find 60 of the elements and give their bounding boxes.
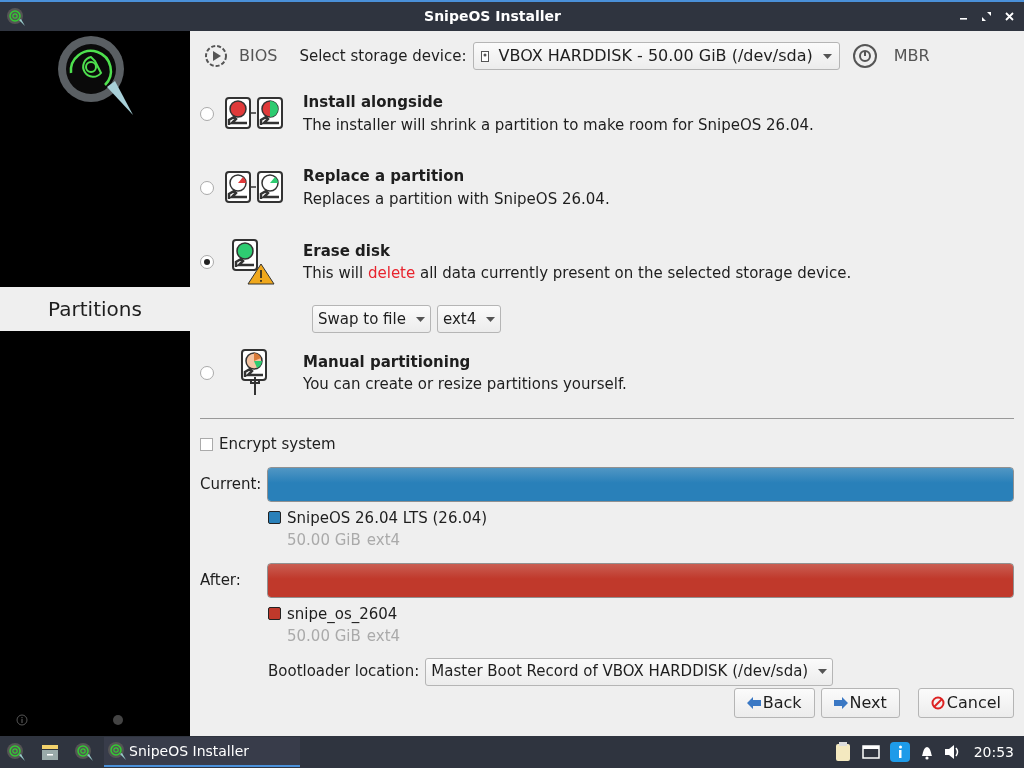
dropdown-caret-icon[interactable] [822, 53, 832, 59]
option-title[interactable]: Install alongside [303, 91, 814, 114]
storage-device-dropdown[interactable]: VBOX HARDDISK - 50.00 GiB (/dev/sda) [472, 42, 840, 70]
taskbar-task[interactable]: SnipeOS Installer [104, 737, 300, 767]
radio-button[interactable] [200, 255, 214, 269]
app-logo-icon [107, 741, 127, 761]
info-icon[interactable] [889, 742, 910, 762]
layout-label: Current: [200, 473, 263, 495]
clipboard-icon[interactable] [833, 742, 852, 762]
window-title: SnipeOS Installer [423, 7, 562, 26]
sidebar-step[interactable]: Partitions [0, 287, 190, 331]
bootloader-dropdown[interactable]: Master Boot Record of VBOX HARDDISK (/dev/sda) [425, 657, 834, 686]
partition-size: 50.00 GiB [287, 530, 361, 551]
dropdown-caret-icon[interactable] [818, 669, 828, 674]
cancel-button[interactable]: Cancel [917, 687, 1014, 718]
radio-button[interactable] [200, 106, 214, 121]
encrypt-label[interactable]: Encrypt system [219, 433, 336, 456]
gear-play-icon [203, 43, 229, 69]
radio-button[interactable] [200, 180, 214, 195]
close-icon[interactable] [1005, 12, 1014, 21]
installer-launcher-icon[interactable] [74, 742, 94, 762]
clock: 20:53 [973, 742, 1014, 762]
app-logo-icon [6, 6, 26, 27]
menu-logo-icon[interactable] [6, 742, 26, 762]
option-dropdown[interactable]: Swap to file [312, 305, 431, 333]
disk-replace-icon [225, 170, 283, 205]
layout-label: After: [200, 569, 242, 591]
bell-icon[interactable] [919, 744, 934, 760]
storage-label: Select storage device: [299, 45, 467, 67]
right-arrow-icon [833, 696, 848, 709]
back-button[interactable]: Back [733, 687, 815, 718]
partition-table-label: MBR [893, 45, 930, 67]
partition-table-icon [851, 43, 878, 69]
encrypt-checkbox[interactable] [200, 437, 213, 451]
firmware-label: BIOS [239, 45, 278, 67]
network-icon[interactable] [861, 745, 880, 759]
bootloader-label: Bootloader location: [268, 661, 420, 683]
file-manager-icon[interactable] [40, 742, 60, 762]
partition-name: SnipeOS 26.04 LTS (26.04) [287, 507, 488, 529]
option-description: You can create or resize partitions yourself. [303, 374, 627, 395]
disk-shrink-icon [225, 96, 283, 131]
dropdown-caret-icon[interactable] [415, 316, 425, 322]
option-title[interactable]: Replace a partition [303, 165, 610, 188]
option-title[interactable]: Erase disk [303, 239, 852, 262]
cancel-icon [930, 695, 945, 710]
next-button[interactable]: Next [820, 687, 900, 718]
option-description: Replaces a partition with SnipeOS 26.04. [303, 188, 610, 210]
partition-name: snipe_os_2604 [287, 603, 398, 625]
option-title[interactable]: Manual partitioning [303, 350, 627, 373]
partition-size: 50.00 GiB [287, 626, 361, 647]
maximize-icon[interactable] [982, 12, 991, 21]
dropdown-caret-icon[interactable] [486, 316, 496, 322]
disk-warning-icon [232, 239, 276, 285]
partition-filesystem: ext4 [366, 530, 401, 551]
option-dropdown[interactable]: ext4 [436, 305, 502, 333]
option-description: The installer will shrink a partition to make room for SnipeOS 26.04. [303, 114, 814, 136]
left-arrow-icon [746, 696, 761, 709]
option-description: This will delete all data currently present on the selected storage device. [303, 263, 852, 284]
partition-filesystem: ext4 [366, 626, 401, 647]
radio-button[interactable] [200, 366, 214, 380]
